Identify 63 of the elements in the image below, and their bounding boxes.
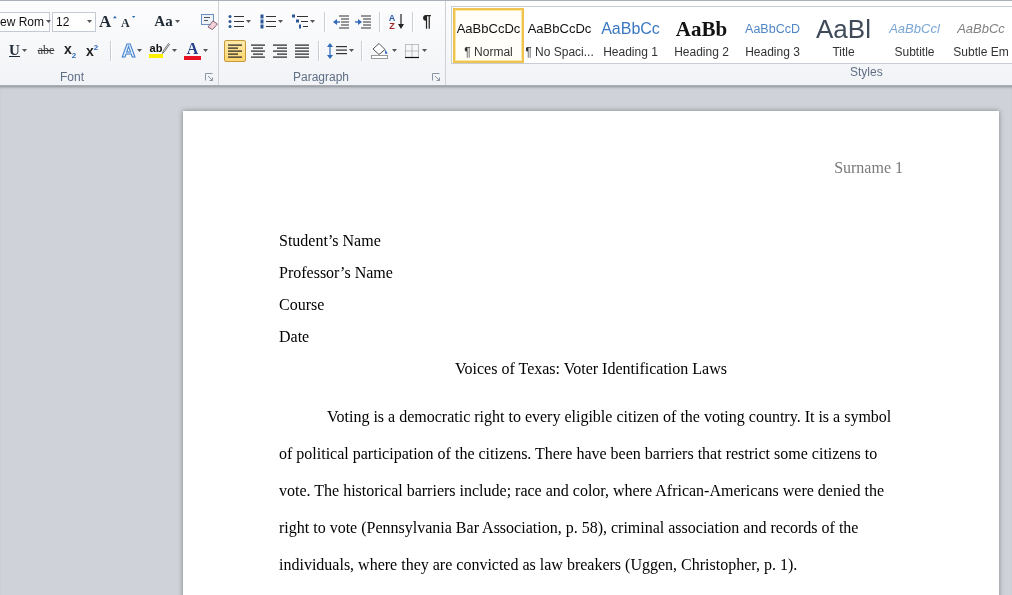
- style-item[interactable]: AaBbCc Heading 1: [595, 8, 666, 63]
- text-line: Student’s Name: [279, 231, 382, 251]
- align-right-icon: [272, 43, 288, 58]
- numbered-list-icon: [259, 14, 276, 29]
- font-color-button[interactable]: A: [181, 39, 211, 62]
- line-spacing-icon: [326, 42, 347, 59]
- decrease-indent-icon: [333, 14, 349, 29]
- multilevel-list-icon: [291, 14, 308, 29]
- style-item[interactable]: AaBb Heading 2: [666, 8, 737, 63]
- align-center-icon: [250, 43, 266, 58]
- body-paragraph: Voting is a democratic right to every eligible citizen of the voting country. It is a symbol of political participation of the citizens. There have been barriers that restrict some citizens to vote. The historical barriers include; race and color, where African-Americans were denied the right to vote (Pennsylvania Bar Association, p. 58), criminal association and records of the individuals, where they are convicted as law breakers (Uggen, Christopher, p. 1).: [279, 407, 893, 576]
- style-item[interactable]: AaBbCcD Heading 3: [737, 8, 808, 63]
- highlight-button[interactable]: ab: [147, 39, 179, 62]
- down-arrow-icon: [397, 14, 404, 29]
- paint-bucket-icon: [369, 42, 390, 59]
- up-triangle-icon: [113, 14, 117, 19]
- caret-icon: [391, 49, 397, 52]
- align-left-icon: [227, 43, 243, 58]
- group-label: Styles: [850, 65, 883, 79]
- sort-button[interactable]: AZ: [386, 10, 406, 33]
- dialog-launcher-icon[interactable]: [205, 73, 213, 82]
- grow-font-button[interactable]: A: [98, 10, 118, 33]
- document-title: Voices of Texas: Voter Identification Laws: [454, 359, 728, 379]
- caret-icon: [203, 49, 209, 52]
- shrink-font-button[interactable]: A: [120, 10, 136, 33]
- style-item[interactable]: AaBbCc Subtle Em: [950, 8, 1012, 63]
- caret-icon: [277, 20, 283, 23]
- eraser-icon: [200, 13, 218, 30]
- change-case-button[interactable]: Aa: [152, 10, 182, 33]
- pen-icon: [162, 42, 171, 54]
- bullet-list-icon: [227, 14, 244, 29]
- group-label: Font: [60, 70, 84, 85]
- subscript-button[interactable]: x$_{2}$: [60, 39, 80, 62]
- caret-icon: [137, 49, 143, 52]
- header-text: Surname 1: [833, 159, 903, 177]
- underline-button[interactable]: U: [4, 39, 32, 62]
- caret-icon: [348, 49, 354, 52]
- font-size-field[interactable]: 12: [52, 11, 96, 32]
- style-item[interactable]: AaBbCcl Subtitle: [879, 8, 950, 63]
- caret-icon: [21, 49, 27, 52]
- text-line: Course: [279, 295, 326, 315]
- caret-icon: [172, 49, 178, 52]
- superscript-button[interactable]: x$^{2}$: [82, 39, 102, 62]
- border-icon: [403, 42, 420, 59]
- strikethrough-button[interactable]: abe: [34, 39, 58, 62]
- text-line: Date: [279, 327, 311, 347]
- increase-indent-icon: [355, 14, 371, 29]
- justify-icon: [294, 43, 310, 58]
- style-item[interactable]: AaBbCcDc ¶ Normal: [453, 8, 524, 63]
- style-item[interactable]: AaBbCcDc ¶ No Spaci...: [524, 8, 595, 63]
- caret-icon: [87, 20, 92, 23]
- caret-icon: [421, 49, 427, 52]
- group-label: Paragraph: [293, 70, 350, 85]
- show-marks-button[interactable]: ¶: [419, 10, 435, 33]
- caret-icon: [309, 20, 315, 23]
- caret-icon: [174, 20, 180, 23]
- align-left-button[interactable]: [224, 39, 246, 62]
- text-line: Professor’s Name: [279, 263, 394, 283]
- caret-icon: [245, 20, 251, 23]
- font-name-field[interactable]: ew Rom: [0, 11, 50, 32]
- dialog-launcher-icon[interactable]: [432, 73, 440, 82]
- caret-icon: [46, 20, 51, 23]
- style-item[interactable]: AaBl Title: [808, 8, 879, 63]
